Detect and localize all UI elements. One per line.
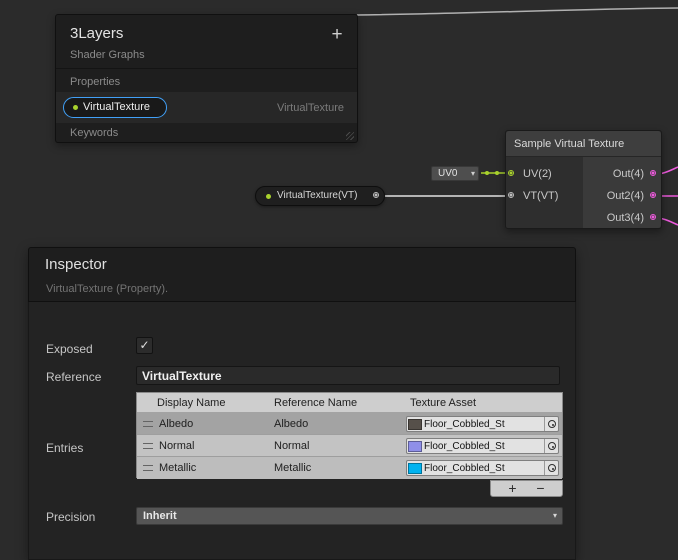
exposed-label: Exposed: [46, 342, 93, 356]
edge-offscreen-top[interactable]: [357, 8, 678, 15]
texture-thumbnail: [408, 419, 422, 430]
property-color-dot-icon: [73, 105, 78, 110]
drag-handle-icon[interactable]: [143, 465, 153, 471]
entry-reference-name: Albedo: [274, 413, 308, 435]
entries-label: Entries: [46, 441, 83, 455]
uv-input-port[interactable]: [508, 170, 514, 176]
reference-input[interactable]: [136, 366, 560, 385]
property-node-label: VirtualTexture(VT): [277, 187, 357, 205]
add-entry-button[interactable]: +: [503, 481, 523, 496]
inspector-title: Inspector: [45, 256, 107, 273]
column-header-reference-name: Reference Name: [274, 393, 357, 413]
output-label-out: Out(4): [613, 168, 644, 180]
shader-graph-canvas[interactable]: 3Layers Shader Graphs + Properties Virtu…: [0, 0, 678, 560]
entry-display-name: Normal: [159, 435, 194, 457]
texture-thumbnail: [408, 441, 422, 452]
out-port-2[interactable]: [650, 192, 656, 198]
entry-reference-name: Metallic: [274, 457, 311, 479]
property-node-virtualtexture[interactable]: VirtualTexture(VT): [255, 186, 385, 206]
property-color-dot-icon: [266, 194, 271, 199]
remove-entry-button[interactable]: −: [531, 481, 551, 496]
property-node-output-port[interactable]: [373, 192, 379, 198]
precision-value: Inherit: [143, 508, 177, 524]
object-picker-icon[interactable]: [544, 417, 558, 431]
uv-channel-value: UV0: [438, 167, 457, 180]
vt-input-port[interactable]: [508, 192, 514, 198]
texture-asset-field-albedo[interactable]: Floor_Cobbled_St: [406, 416, 559, 432]
entry-row-normal[interactable]: Normal Normal Floor_Cobbled_St: [137, 435, 562, 457]
exposed-checkbox[interactable]: ✓: [136, 337, 153, 354]
graph-title: 3Layers: [70, 25, 123, 42]
entry-display-name: Albedo: [159, 413, 193, 435]
texture-asset-name: Floor_Cobbled_St: [424, 419, 544, 430]
keywords-section-label: Keywords: [70, 127, 118, 139]
column-header-texture-asset: Texture Asset: [410, 393, 476, 413]
add-property-button[interactable]: +: [326, 24, 348, 46]
checkmark-icon: ✓: [139, 338, 149, 352]
entry-row-albedo[interactable]: Albedo Albedo Floor_Cobbled_St: [137, 413, 562, 435]
input-label-uv: UV(2): [523, 168, 552, 180]
properties-section-label: Properties: [70, 76, 120, 88]
entry-reference-name: Normal: [274, 435, 309, 457]
blackboard-panel[interactable]: 3Layers Shader Graphs + Properties Virtu…: [55, 14, 358, 143]
edge-uv-dot: [485, 171, 489, 175]
node-header[interactable]: Sample Virtual Texture: [506, 131, 661, 157]
inspector-subtitle: VirtualTexture (Property).: [46, 283, 168, 295]
dropdown-arrow-icon: ▾: [553, 508, 557, 524]
reference-label: Reference: [46, 370, 101, 384]
output-label-out2: Out2(4): [607, 190, 644, 202]
entry-row-metallic[interactable]: Metallic Metallic Floor_Cobbled_St: [137, 457, 562, 479]
divider: [56, 68, 357, 69]
resize-grip-icon[interactable]: [346, 132, 354, 140]
property-pill-label: VirtualTexture: [83, 98, 150, 116]
precision-dropdown[interactable]: Inherit ▾: [136, 507, 563, 525]
sample-virtual-texture-node[interactable]: Sample Virtual Texture UV(2) VT(VT) Out(…: [505, 130, 662, 229]
graph-subtitle: Shader Graphs: [70, 49, 145, 61]
node-title: Sample Virtual Texture: [514, 131, 624, 157]
column-header-display-name: Display Name: [157, 393, 225, 413]
precision-label: Precision: [46, 510, 95, 524]
dropdown-arrow-icon: ▾: [471, 167, 475, 180]
drag-handle-icon[interactable]: [143, 443, 153, 449]
property-pill-virtualtexture[interactable]: VirtualTexture: [63, 97, 167, 118]
texture-asset-field-normal[interactable]: Floor_Cobbled_St: [406, 438, 559, 454]
inspector-header[interactable]: Inspector VirtualTexture (Property).: [28, 247, 576, 302]
entries-table: Display Name Reference Name Texture Asse…: [136, 392, 563, 478]
entries-table-footer: + −: [490, 480, 563, 497]
entry-display-name: Metallic: [159, 457, 196, 479]
texture-asset-field-metallic[interactable]: Floor_Cobbled_St: [406, 460, 559, 476]
out-port-1[interactable]: [650, 170, 656, 176]
uv-channel-dropdown[interactable]: UV0 ▾: [431, 166, 479, 181]
inspector-panel[interactable]: Inspector VirtualTexture (Property). Exp…: [28, 247, 576, 560]
drag-handle-icon[interactable]: [143, 421, 153, 427]
texture-asset-name: Floor_Cobbled_St: [424, 441, 544, 452]
edge-uv-dot: [495, 171, 499, 175]
texture-asset-name: Floor_Cobbled_St: [424, 463, 544, 474]
entries-table-header: Display Name Reference Name Texture Asse…: [137, 393, 562, 413]
object-picker-icon[interactable]: [544, 461, 558, 475]
property-type-label: VirtualTexture: [277, 102, 344, 114]
input-label-vt: VT(VT): [523, 190, 558, 202]
texture-thumbnail: [408, 463, 422, 474]
inspector-body: Exposed ✓ Reference Entries Display Name…: [28, 302, 576, 560]
object-picker-icon[interactable]: [544, 439, 558, 453]
output-label-out3: Out3(4): [607, 212, 644, 224]
out-port-3[interactable]: [650, 214, 656, 220]
